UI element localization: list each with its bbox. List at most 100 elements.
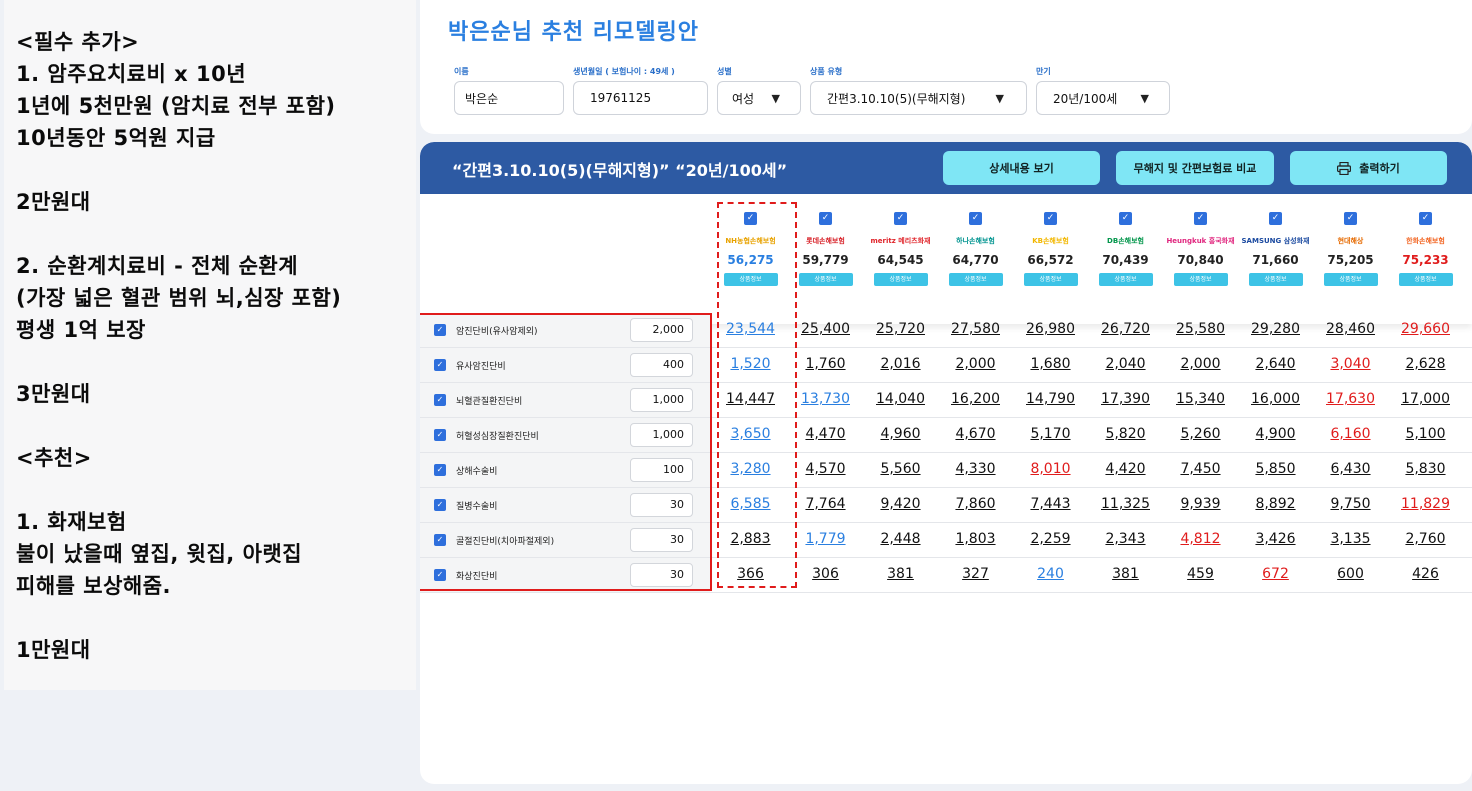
- insurer-checkbox[interactable]: ✓: [1044, 212, 1057, 225]
- name-field[interactable]: 박은순: [454, 81, 564, 115]
- premium-cell[interactable]: 16,200: [938, 391, 1013, 407]
- premium-cell[interactable]: 459: [1163, 566, 1238, 582]
- product-info-button[interactable]: 상품정보: [1398, 273, 1453, 286]
- product-info-button[interactable]: 상품정보: [873, 273, 928, 286]
- term-select[interactable]: 20년/100세 ▼: [1036, 81, 1170, 115]
- print-button[interactable]: 출력하기: [1290, 151, 1447, 185]
- premium-cell[interactable]: 17,000: [1388, 391, 1463, 407]
- premium-cell[interactable]: 4,420: [1088, 461, 1163, 477]
- premium-cell[interactable]: 29,280: [1238, 321, 1313, 337]
- premium-cell[interactable]: 1,803: [938, 531, 1013, 547]
- premium-cell[interactable]: 9,750: [1313, 496, 1388, 512]
- insurer-checkbox[interactable]: ✓: [1344, 212, 1357, 225]
- product-info-button[interactable]: 상품정보: [1323, 273, 1378, 286]
- premium-cell[interactable]: 2,760: [1388, 531, 1463, 547]
- premium-cell[interactable]: 6,430: [1313, 461, 1388, 477]
- premium-cell[interactable]: 5,830: [1388, 461, 1463, 477]
- insurer-checkbox[interactable]: ✓: [1419, 212, 1432, 225]
- insurer-checkbox[interactable]: ✓: [1194, 212, 1207, 225]
- premium-cell[interactable]: 9,939: [1163, 496, 1238, 512]
- premium-cell[interactable]: 600: [1313, 566, 1388, 582]
- premium-cell[interactable]: 4,330: [938, 461, 1013, 477]
- premium-cell[interactable]: 1,680: [1013, 356, 1088, 372]
- premium-cell[interactable]: 672: [1238, 566, 1313, 582]
- premium-cell[interactable]: 17,390: [1088, 391, 1163, 407]
- premium-cell[interactable]: 3,040: [1313, 356, 1388, 372]
- product-info-button[interactable]: 상품정보: [948, 273, 1003, 286]
- premium-cell[interactable]: 4,960: [863, 426, 938, 442]
- premium-cell[interactable]: 27,580: [938, 321, 1013, 337]
- detail-button[interactable]: 상세내용 보기: [943, 151, 1100, 185]
- product-info-button[interactable]: 상품정보: [1023, 273, 1078, 286]
- premium-cell[interactable]: 1,760: [788, 356, 863, 372]
- premium-cell[interactable]: 13,730: [788, 391, 863, 407]
- premium-cell[interactable]: 14,790: [1013, 391, 1088, 407]
- premium-cell[interactable]: 2,343: [1088, 531, 1163, 547]
- premium-cell[interactable]: 25,400: [788, 321, 863, 337]
- premium-cell[interactable]: 5,260: [1163, 426, 1238, 442]
- note-line: 10년동안 5억원 지급: [16, 126, 216, 150]
- product-info-button[interactable]: 상품정보: [798, 273, 853, 286]
- premium-cell[interactable]: 2,259: [1013, 531, 1088, 547]
- premium-cell[interactable]: 17,630: [1313, 391, 1388, 407]
- premium-cell[interactable]: 8,010: [1013, 461, 1088, 477]
- premium-cell[interactable]: 28,460: [1313, 321, 1388, 337]
- premium-cell[interactable]: 29,660: [1388, 321, 1463, 337]
- premium-cell[interactable]: 5,560: [863, 461, 938, 477]
- birth-date-field[interactable]: 19761125: [573, 81, 708, 115]
- premium-cell[interactable]: 7,443: [1013, 496, 1088, 512]
- premium-cell[interactable]: 426: [1388, 566, 1463, 582]
- product-select[interactable]: 간편3.10.10(5)(무해지형) ▼: [810, 81, 1027, 115]
- premium-cell[interactable]: 240: [1013, 566, 1088, 582]
- premium-cell[interactable]: 5,850: [1238, 461, 1313, 477]
- premium-cell[interactable]: 327: [938, 566, 1013, 582]
- product-info-button[interactable]: 상품정보: [1098, 273, 1153, 286]
- premium-cell[interactable]: 7,860: [938, 496, 1013, 512]
- premium-cell[interactable]: 2,628: [1388, 356, 1463, 372]
- insurer-checkbox[interactable]: ✓: [894, 212, 907, 225]
- premium-cell[interactable]: 25,580: [1163, 321, 1238, 337]
- premium-cell[interactable]: 3,426: [1238, 531, 1313, 547]
- insurer-checkbox[interactable]: ✓: [969, 212, 982, 225]
- premium-cell[interactable]: 5,170: [1013, 426, 1088, 442]
- premium-cell[interactable]: 15,340: [1163, 391, 1238, 407]
- insurer-checkbox[interactable]: ✓: [1269, 212, 1282, 225]
- premium-cell[interactable]: 381: [863, 566, 938, 582]
- insurer-checkbox[interactable]: ✓: [819, 212, 832, 225]
- premium-cell[interactable]: 4,812: [1163, 531, 1238, 547]
- premium-cell[interactable]: 4,670: [938, 426, 1013, 442]
- premium-cell[interactable]: 2,016: [863, 356, 938, 372]
- premium-cell[interactable]: 306: [788, 566, 863, 582]
- premium-cell[interactable]: 2,640: [1238, 356, 1313, 372]
- compare-button[interactable]: 무해지 및 간편보험료 비교: [1116, 151, 1274, 185]
- premium-cell[interactable]: 4,570: [788, 461, 863, 477]
- premium-cell[interactable]: 11,325: [1088, 496, 1163, 512]
- premium-cell[interactable]: 4,470: [788, 426, 863, 442]
- premium-cell[interactable]: 2,448: [863, 531, 938, 547]
- product-info-button[interactable]: 상품정보: [1248, 273, 1303, 286]
- insurer-checkbox[interactable]: ✓: [1119, 212, 1132, 225]
- premium-cell[interactable]: 26,720: [1088, 321, 1163, 337]
- premium-cell[interactable]: 26,980: [1013, 321, 1088, 337]
- premium-cell[interactable]: 5,820: [1088, 426, 1163, 442]
- product-info-button[interactable]: 상품정보: [1173, 273, 1228, 286]
- premium-cell[interactable]: 8,892: [1238, 496, 1313, 512]
- premium-cell[interactable]: 2,000: [1163, 356, 1238, 372]
- insurer-column-header: ✓ 현대해상 75,205 상품정보: [1313, 212, 1388, 286]
- premium-cell[interactable]: 2,000: [938, 356, 1013, 372]
- premium-cell[interactable]: 6,160: [1313, 426, 1388, 442]
- premium-cell[interactable]: 16,000: [1238, 391, 1313, 407]
- gender-select[interactable]: 여성 ▼: [717, 81, 801, 115]
- premium-cell[interactable]: 381: [1088, 566, 1163, 582]
- premium-cell[interactable]: 2,040: [1088, 356, 1163, 372]
- premium-cell[interactable]: 9,420: [863, 496, 938, 512]
- premium-cell[interactable]: 1,779: [788, 531, 863, 547]
- premium-cell[interactable]: 5,100: [1388, 426, 1463, 442]
- premium-cell[interactable]: 3,135: [1313, 531, 1388, 547]
- premium-cell[interactable]: 7,450: [1163, 461, 1238, 477]
- premium-cell[interactable]: 7,764: [788, 496, 863, 512]
- premium-cell[interactable]: 4,900: [1238, 426, 1313, 442]
- premium-cell[interactable]: 25,720: [863, 321, 938, 337]
- premium-cell[interactable]: 14,040: [863, 391, 938, 407]
- premium-cell[interactable]: 11,829: [1388, 496, 1463, 512]
